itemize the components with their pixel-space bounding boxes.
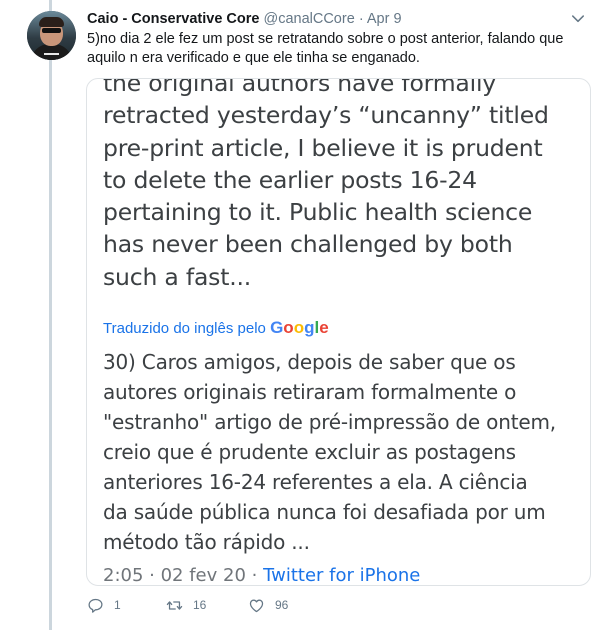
avatar-hair (39, 17, 64, 27)
reply-icon (88, 598, 103, 613)
translated-by-label: Traduzido do inglês pelo Google (103, 319, 583, 338)
original-english-text: the original authors have formally retra… (103, 78, 549, 291)
thread-line (49, 0, 52, 630)
google-letter: o (293, 318, 305, 338)
google-logo: Google (270, 318, 329, 337)
avatar-sunglasses (42, 28, 61, 33)
screenshot-meta-line: 2:05 · 02 fev 20 · Twitter for iPhone (103, 561, 583, 586)
reply-count: 1 (114, 598, 121, 612)
author-name[interactable]: Caio - Conservative Core (87, 11, 259, 27)
reply-button[interactable]: 1 (87, 597, 121, 614)
translated-portuguese-text: 30) Caros amigos, depois de saber que os… (103, 350, 556, 555)
author-avatar[interactable] (27, 11, 76, 60)
chevron-down-icon (571, 15, 585, 23)
header-separator: · (358, 11, 364, 27)
like-count: 96 (275, 598, 289, 612)
heart-icon (249, 599, 264, 613)
tweet-header: Caio - Conservative Core @canalCCore · A… (87, 10, 402, 28)
tweet-media-image[interactable]: the original authors have formally retra… (86, 78, 591, 586)
tweet-menu-button[interactable] (571, 12, 585, 26)
google-letter: e (319, 318, 329, 338)
screenshot-content: the original authors have formally retra… (103, 78, 583, 586)
avatar-shirt-logo (44, 53, 59, 55)
retweet-icon (166, 601, 183, 610)
screenshot-source: Twitter for iPhone (263, 565, 421, 586)
author-handle[interactable]: @canalCCore (263, 11, 354, 27)
google-letter: o (283, 318, 294, 338)
translated-label-text: Traduzido do inglês pelo (103, 320, 266, 338)
retweet-count: 16 (193, 598, 207, 612)
google-letter: G (270, 318, 284, 338)
tweet-date[interactable]: Apr 9 (367, 11, 402, 27)
screenshot-timestamp: 2:05 · 02 fev 20 · (103, 565, 258, 586)
retweet-button[interactable]: 16 (166, 597, 206, 614)
google-letter: g (304, 318, 315, 338)
tweet-text: 5)no dia 2 ele fez um post se retratando… (87, 31, 564, 66)
like-button[interactable]: 96 (248, 597, 288, 614)
